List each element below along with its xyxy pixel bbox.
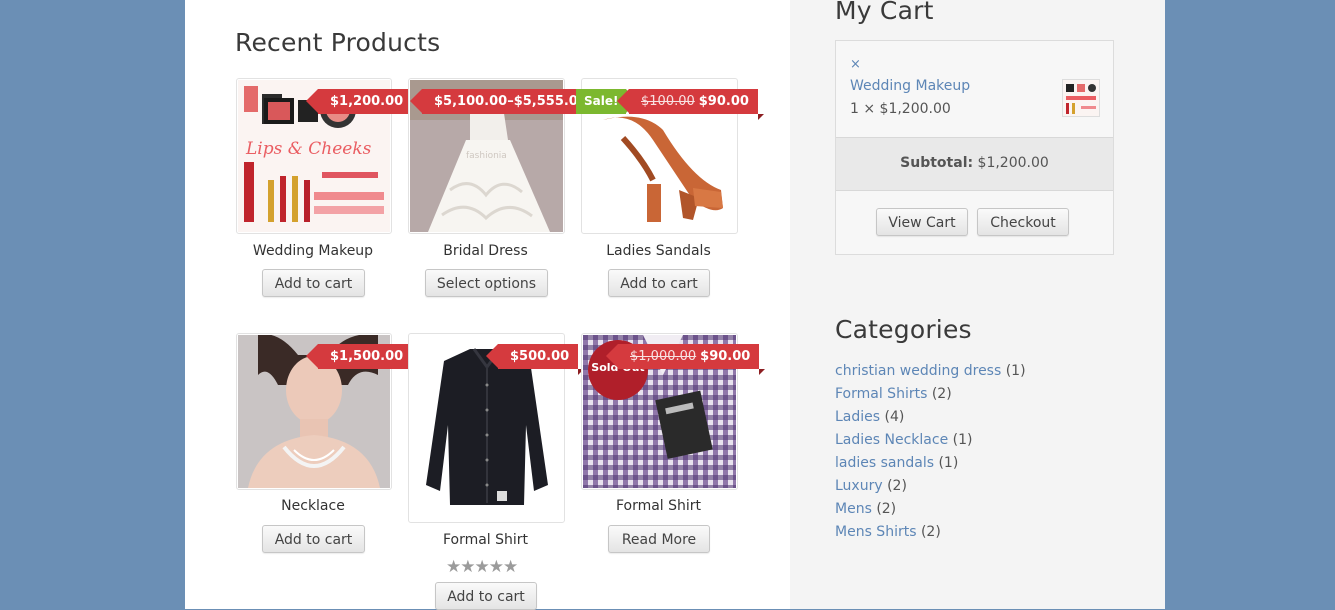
sale-price: $90.00	[700, 349, 751, 364]
category-count: (1)	[938, 455, 959, 471]
cart-item-link[interactable]: Wedding Makeup	[850, 78, 970, 94]
category-link[interactable]: ladies sandals	[835, 455, 934, 471]
list-item: Ladies (4)	[835, 408, 1026, 431]
list-item: Mens Shirts (2)	[835, 523, 1026, 546]
section-title-recent-products: Recent Products	[235, 28, 441, 57]
product-name[interactable]: Formal Shirt	[408, 532, 563, 548]
add-to-cart-button[interactable]: Add to cart	[262, 269, 365, 297]
widget-title-my-cart: My Cart	[835, 0, 934, 25]
cart-item-quantity: 1 × $1,200.00	[850, 101, 951, 117]
select-options-button[interactable]: Select options	[425, 269, 548, 297]
cart-item-thumbnail[interactable]	[1062, 79, 1100, 117]
price-tag: $1,000.00 $90.00	[605, 344, 766, 375]
cart-subtotal: Subtotal: $1,200.00	[836, 137, 1113, 191]
category-count: (1)	[952, 432, 973, 448]
category-count: (2)	[887, 478, 907, 494]
category-link[interactable]: christian wedding dress	[835, 363, 1001, 379]
add-to-cart-button[interactable]: Add to cart	[435, 582, 537, 610]
category-count: (2)	[920, 524, 941, 540]
category-link[interactable]: Formal Shirts	[835, 386, 927, 402]
price-tag: $500.00	[485, 344, 585, 375]
category-link[interactable]: Mens	[835, 501, 872, 517]
price-tag: $1,500.00	[305, 344, 419, 375]
read-more-button[interactable]: Read More	[608, 525, 710, 553]
price-tag: $100.00 $90.00	[617, 89, 764, 120]
price-tag: $5,100.00–$5,555.00	[410, 89, 602, 120]
list-item: ladies sandals (1)	[835, 454, 1026, 477]
product-name[interactable]: Formal Shirt	[581, 498, 736, 514]
category-count: (1)	[1005, 363, 1026, 379]
add-to-cart-button[interactable]: Add to cart	[262, 525, 365, 553]
product-name[interactable]: Bridal Dress	[408, 243, 563, 259]
list-item: Formal Shirts (2)	[835, 385, 1026, 408]
category-link[interactable]: Mens Shirts	[835, 524, 917, 540]
old-price: $100.00	[641, 94, 695, 109]
checkout-button[interactable]: Checkout	[977, 208, 1069, 236]
category-count: (4)	[884, 409, 905, 425]
category-list: christian wedding dress (1) Formal Shirt…	[835, 362, 1026, 546]
category-count: (2)	[931, 386, 952, 402]
subtotal-value: $1,200.00	[977, 155, 1049, 171]
view-cart-button[interactable]: View Cart	[876, 208, 968, 236]
category-count: (2)	[876, 501, 897, 517]
svg-text:fashionia: fashionia	[466, 151, 507, 161]
price-tag: $1,200.00	[305, 89, 419, 120]
old-price: $1,000.00	[630, 349, 697, 364]
list-item: Luxury (2)	[835, 477, 1026, 500]
category-link[interactable]: Ladies	[835, 409, 880, 425]
category-link[interactable]: Luxury	[835, 478, 883, 494]
widget-title-categories: Categories	[835, 315, 972, 344]
add-to-cart-button[interactable]: Add to cart	[608, 269, 710, 297]
category-link[interactable]: Ladies Necklace	[835, 432, 948, 448]
remove-item-icon[interactable]: ×	[850, 57, 861, 72]
product-name[interactable]: Ladies Sandals	[581, 243, 736, 259]
rating-stars-icon: ★★★★★	[446, 557, 518, 577]
svg-text:Lips & Cheeks: Lips & Cheeks	[245, 139, 372, 159]
list-item: christian wedding dress (1)	[835, 362, 1026, 385]
product-name[interactable]: Necklace	[236, 498, 390, 514]
list-item: Ladies Necklace (1)	[835, 431, 1026, 454]
subtotal-label: Subtotal:	[900, 155, 974, 171]
list-item: Mens (2)	[835, 500, 1026, 523]
product-name[interactable]: Wedding Makeup	[236, 243, 390, 259]
mini-cart: × Wedding Makeup 1 × $1,200.00 Subtotal:…	[835, 40, 1114, 255]
sale-price: $90.00	[698, 94, 749, 109]
